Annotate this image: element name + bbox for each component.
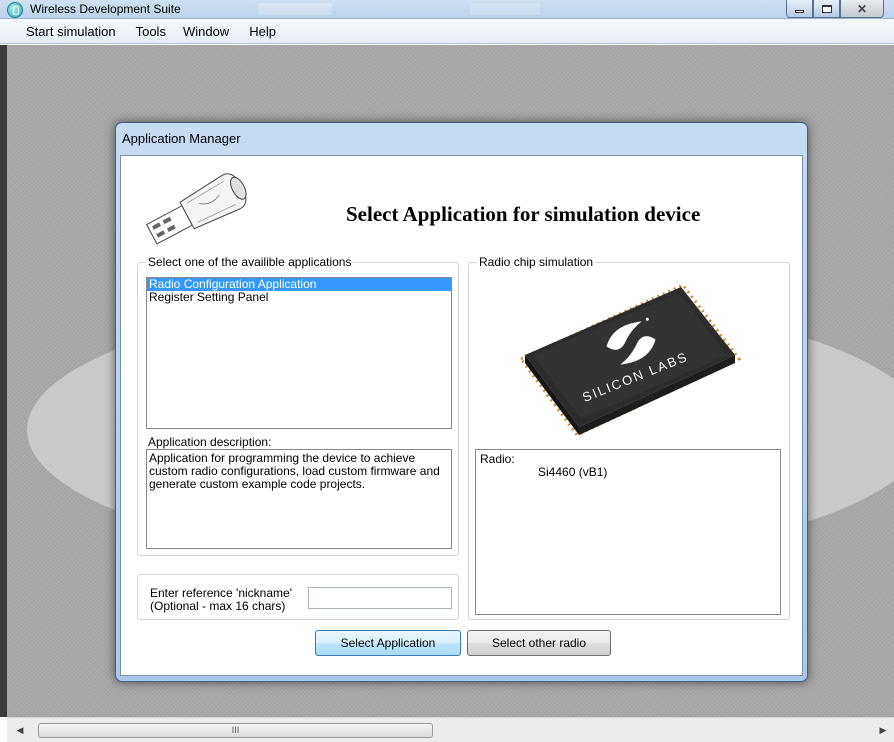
application-manager-dialog: Application Manager Select Application f… (115, 122, 808, 682)
radio-value: Si4460 (vB1) (538, 465, 608, 479)
dialog-content: Select Application for simulation device… (120, 155, 803, 676)
radio-chip-group-caption: Radio chip simulation (477, 255, 596, 269)
list-item[interactable]: Register Setting Panel (147, 291, 451, 304)
maximize-icon (821, 4, 832, 13)
menu-tools[interactable]: Tools (136, 22, 166, 41)
applications-group: Select one of the availible applications… (137, 255, 459, 556)
select-application-button[interactable]: Select Application (315, 630, 461, 656)
application-listbox[interactable]: Radio Configuration Application Register… (146, 277, 452, 429)
nickname-group: Enter reference 'nickname' (Optional - m… (137, 574, 459, 620)
titlebar-ghost (258, 3, 332, 15)
usb-stick-icon (145, 173, 247, 245)
silicon-labs-chip-icon: SILICON LABS (518, 283, 742, 437)
close-button[interactable]: ✕ (840, 0, 884, 18)
window-controls: ✕ (786, 0, 884, 20)
menu-help[interactable]: Help (249, 22, 276, 41)
description-label: Application description: (148, 435, 272, 449)
dialog-title[interactable]: Application Manager (122, 131, 241, 146)
radio-label: Radio: (480, 452, 515, 466)
nickname-label: Enter reference 'nickname' (Optional - m… (150, 586, 292, 613)
menu-start-simulation[interactable]: Start simulation (26, 22, 116, 41)
menu-bar: Start simulation Tools Window Help (0, 18, 894, 44)
left-edge (0, 45, 7, 717)
wireless-app-icon (7, 2, 23, 18)
radio-chip-group: Radio chip simulation SILICON LABS Radio… (468, 255, 790, 620)
close-icon: ✕ (856, 1, 868, 16)
dialog-heading: Select Application for simulation device (346, 202, 701, 226)
scroll-thumb[interactable]: III (38, 723, 433, 738)
radio-info-box: Radio: Si4460 (vB1) (475, 449, 781, 615)
maximize-button[interactable] (813, 0, 840, 18)
minimize-icon (795, 10, 804, 13)
menu-window[interactable]: Window (183, 22, 229, 41)
minimize-button[interactable] (786, 0, 813, 18)
titlebar-ghost (470, 3, 540, 15)
applications-group-caption: Select one of the availible applications (146, 255, 354, 269)
description-text: Application for programming the device t… (146, 449, 452, 549)
scroll-right-icon[interactable]: ▶ (876, 723, 890, 737)
nickname-input[interactable] (308, 587, 452, 609)
select-other-radio-button[interactable]: Select other radio (467, 630, 611, 656)
scroll-left-icon[interactable]: ◀ (13, 723, 27, 737)
horizontal-scrollbar[interactable]: ◀ III ▶ (7, 717, 894, 742)
window-title: Wireless Development Suite (30, 2, 181, 16)
